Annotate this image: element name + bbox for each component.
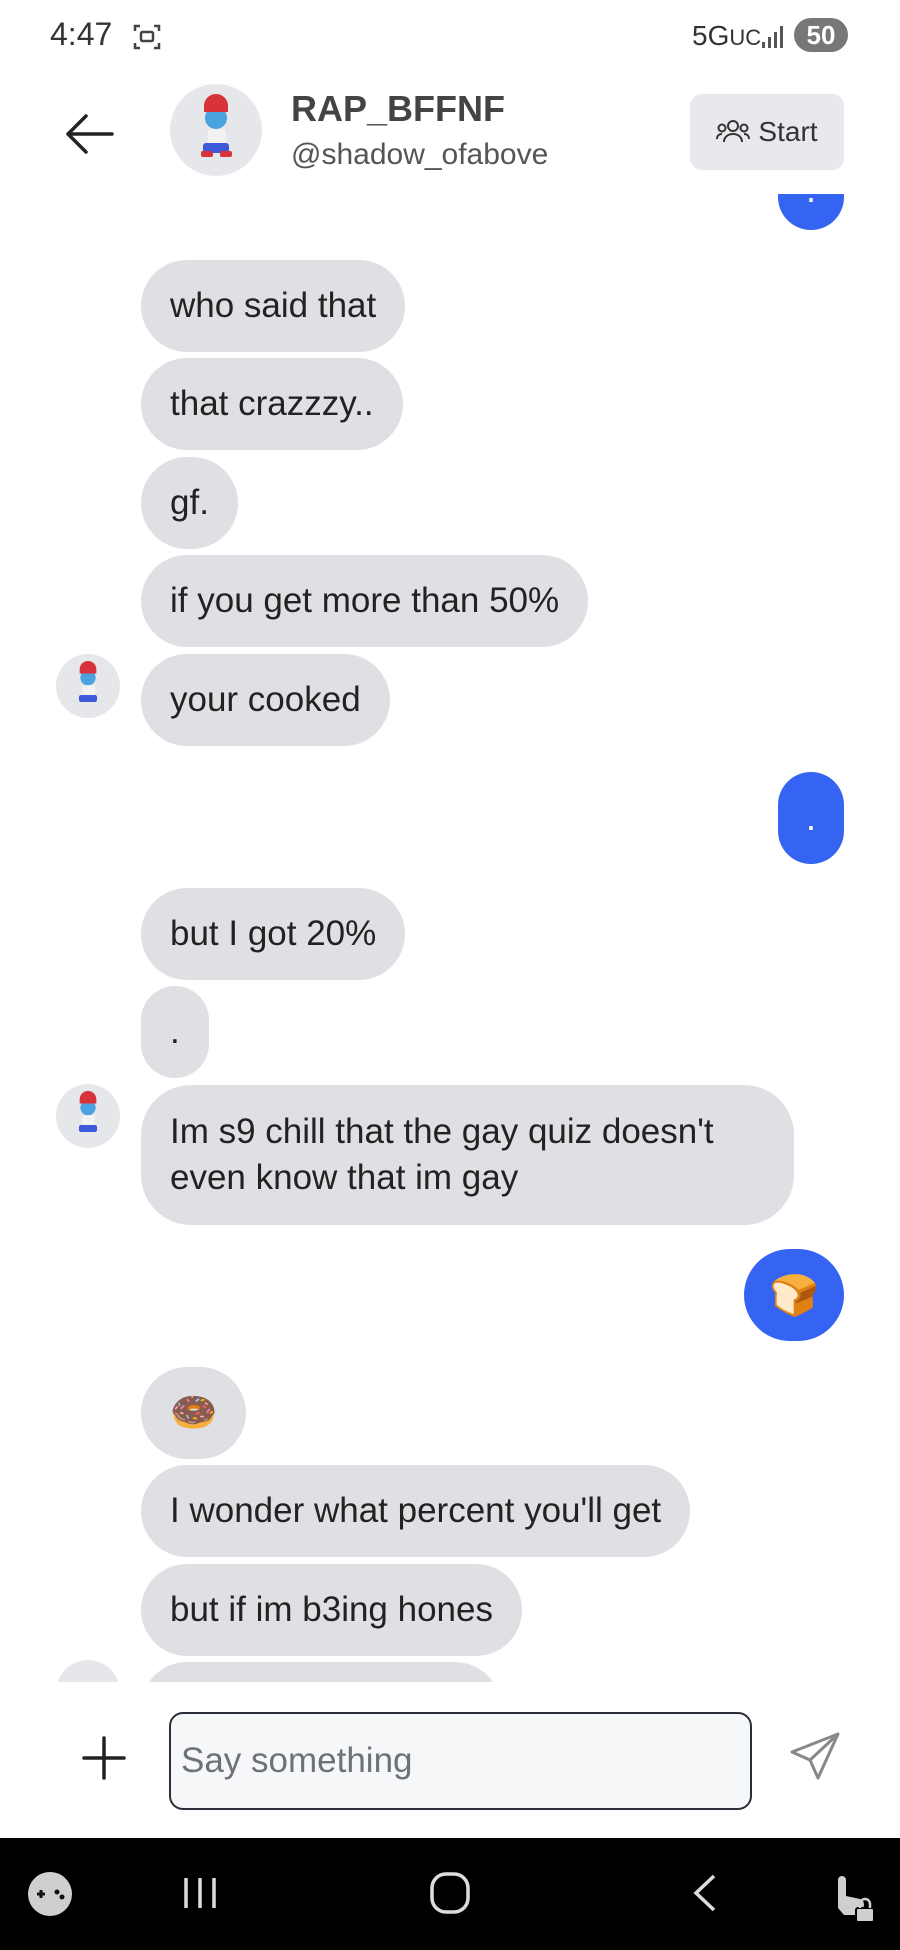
message-bubble-incoming[interactable]: that crazzzy.. [141,358,403,450]
avatar-character-icon [201,94,232,157]
message-text: Im s9 chill that the gay quiz doesn't ev… [170,1112,714,1197]
message-bubble-incoming[interactable]: but I got 20% [141,888,406,980]
message-bubble-outgoing[interactable]: . [778,772,844,864]
avatar-character-icon [78,660,98,702]
composer [0,1682,900,1838]
game-launcher-button[interactable] [26,1870,76,1920]
message-text: that crazzzy.. [170,384,374,423]
message-text: but if im b3ing hones [170,1590,493,1629]
message-list[interactable]: . who said that that crazzzy.. gf. if yo… [0,194,900,1682]
message-text: your cooked [170,680,361,719]
contact-handle: @shadow_ofabove [291,138,549,171]
battery-indicator: 50 [794,18,848,52]
message-text: . [170,1012,180,1051]
plus-icon [82,1736,126,1780]
add-button[interactable] [78,1732,130,1784]
message-bubble-incoming[interactable]: . [141,986,209,1078]
avatar-character-icon [78,1090,98,1132]
status-bar: 4:47 5GUC 50 [0,0,900,74]
home-icon [430,1872,470,1914]
message-bubble-outgoing[interactable]: . [778,194,844,230]
message-text: . [805,797,816,838]
send-button[interactable] [788,1728,844,1784]
message-bubble-incoming[interactable]: Im s9 chill that the gay quiz doesn't ev… [141,1085,794,1225]
start-button[interactable]: Start [690,94,844,170]
users-icon [716,120,751,143]
message-text: who said that [170,286,377,325]
chat-header: RAP_BFFNF @shadow_ofabove Start [0,74,900,194]
contact-name: RAP_BFFNF [291,88,505,129]
message-text: I wonder what percent you'll get [170,1491,662,1530]
message-bubble-incoming[interactable]: 🍩 [141,1367,247,1459]
avatar[interactable] [56,654,120,718]
touch-lock-icon [838,1876,875,1923]
message-input[interactable] [169,1712,752,1810]
message-bubble-incoming[interactable]: if you get more than 50% [141,555,589,647]
message-bubble-incoming[interactable]: who said that [141,260,406,352]
message-bubble-incoming[interactable]: gf. [141,457,238,549]
avatar[interactable] [170,84,262,176]
chevron-left-icon [693,1874,716,1912]
back-nav-button[interactable] [686,1870,736,1920]
start-button-label: Start [758,116,818,147]
message-text: if you get more than 50% [170,581,560,620]
signal-icon [762,26,783,48]
message-bubble-incoming[interactable] [141,1662,501,1682]
message-text: . [806,194,816,211]
recents-button[interactable] [178,1870,228,1920]
message-text: 🍩 [170,1392,218,1434]
message-text: 🍞 [769,1273,819,1318]
message-bubble-incoming[interactable]: your cooked [141,654,390,746]
message-bubble-incoming[interactable]: I wonder what percent you'll get [141,1465,691,1557]
gamepad-icon [28,1872,72,1916]
recents-icon [184,1878,216,1908]
touch-lock-button[interactable] [822,1870,878,1923]
message-bubble-outgoing[interactable]: 🍞 [744,1249,844,1341]
message-text: gf. [170,483,209,522]
network-indicator: 5GUC [692,20,762,51]
arrow-left-icon [66,114,114,154]
message-text: but I got 20% [170,914,377,953]
avatar[interactable] [56,1660,120,1682]
system-nav-bar [0,1838,900,1950]
status-time: 4:47 [50,16,113,52]
paper-plane-icon [790,1732,840,1780]
avatar[interactable] [56,1084,120,1148]
screenshot-icon [133,24,161,50]
back-button[interactable] [62,104,132,164]
home-button[interactable] [428,1870,478,1920]
message-bubble-incoming[interactable]: but if im b3ing hones [141,1564,522,1656]
